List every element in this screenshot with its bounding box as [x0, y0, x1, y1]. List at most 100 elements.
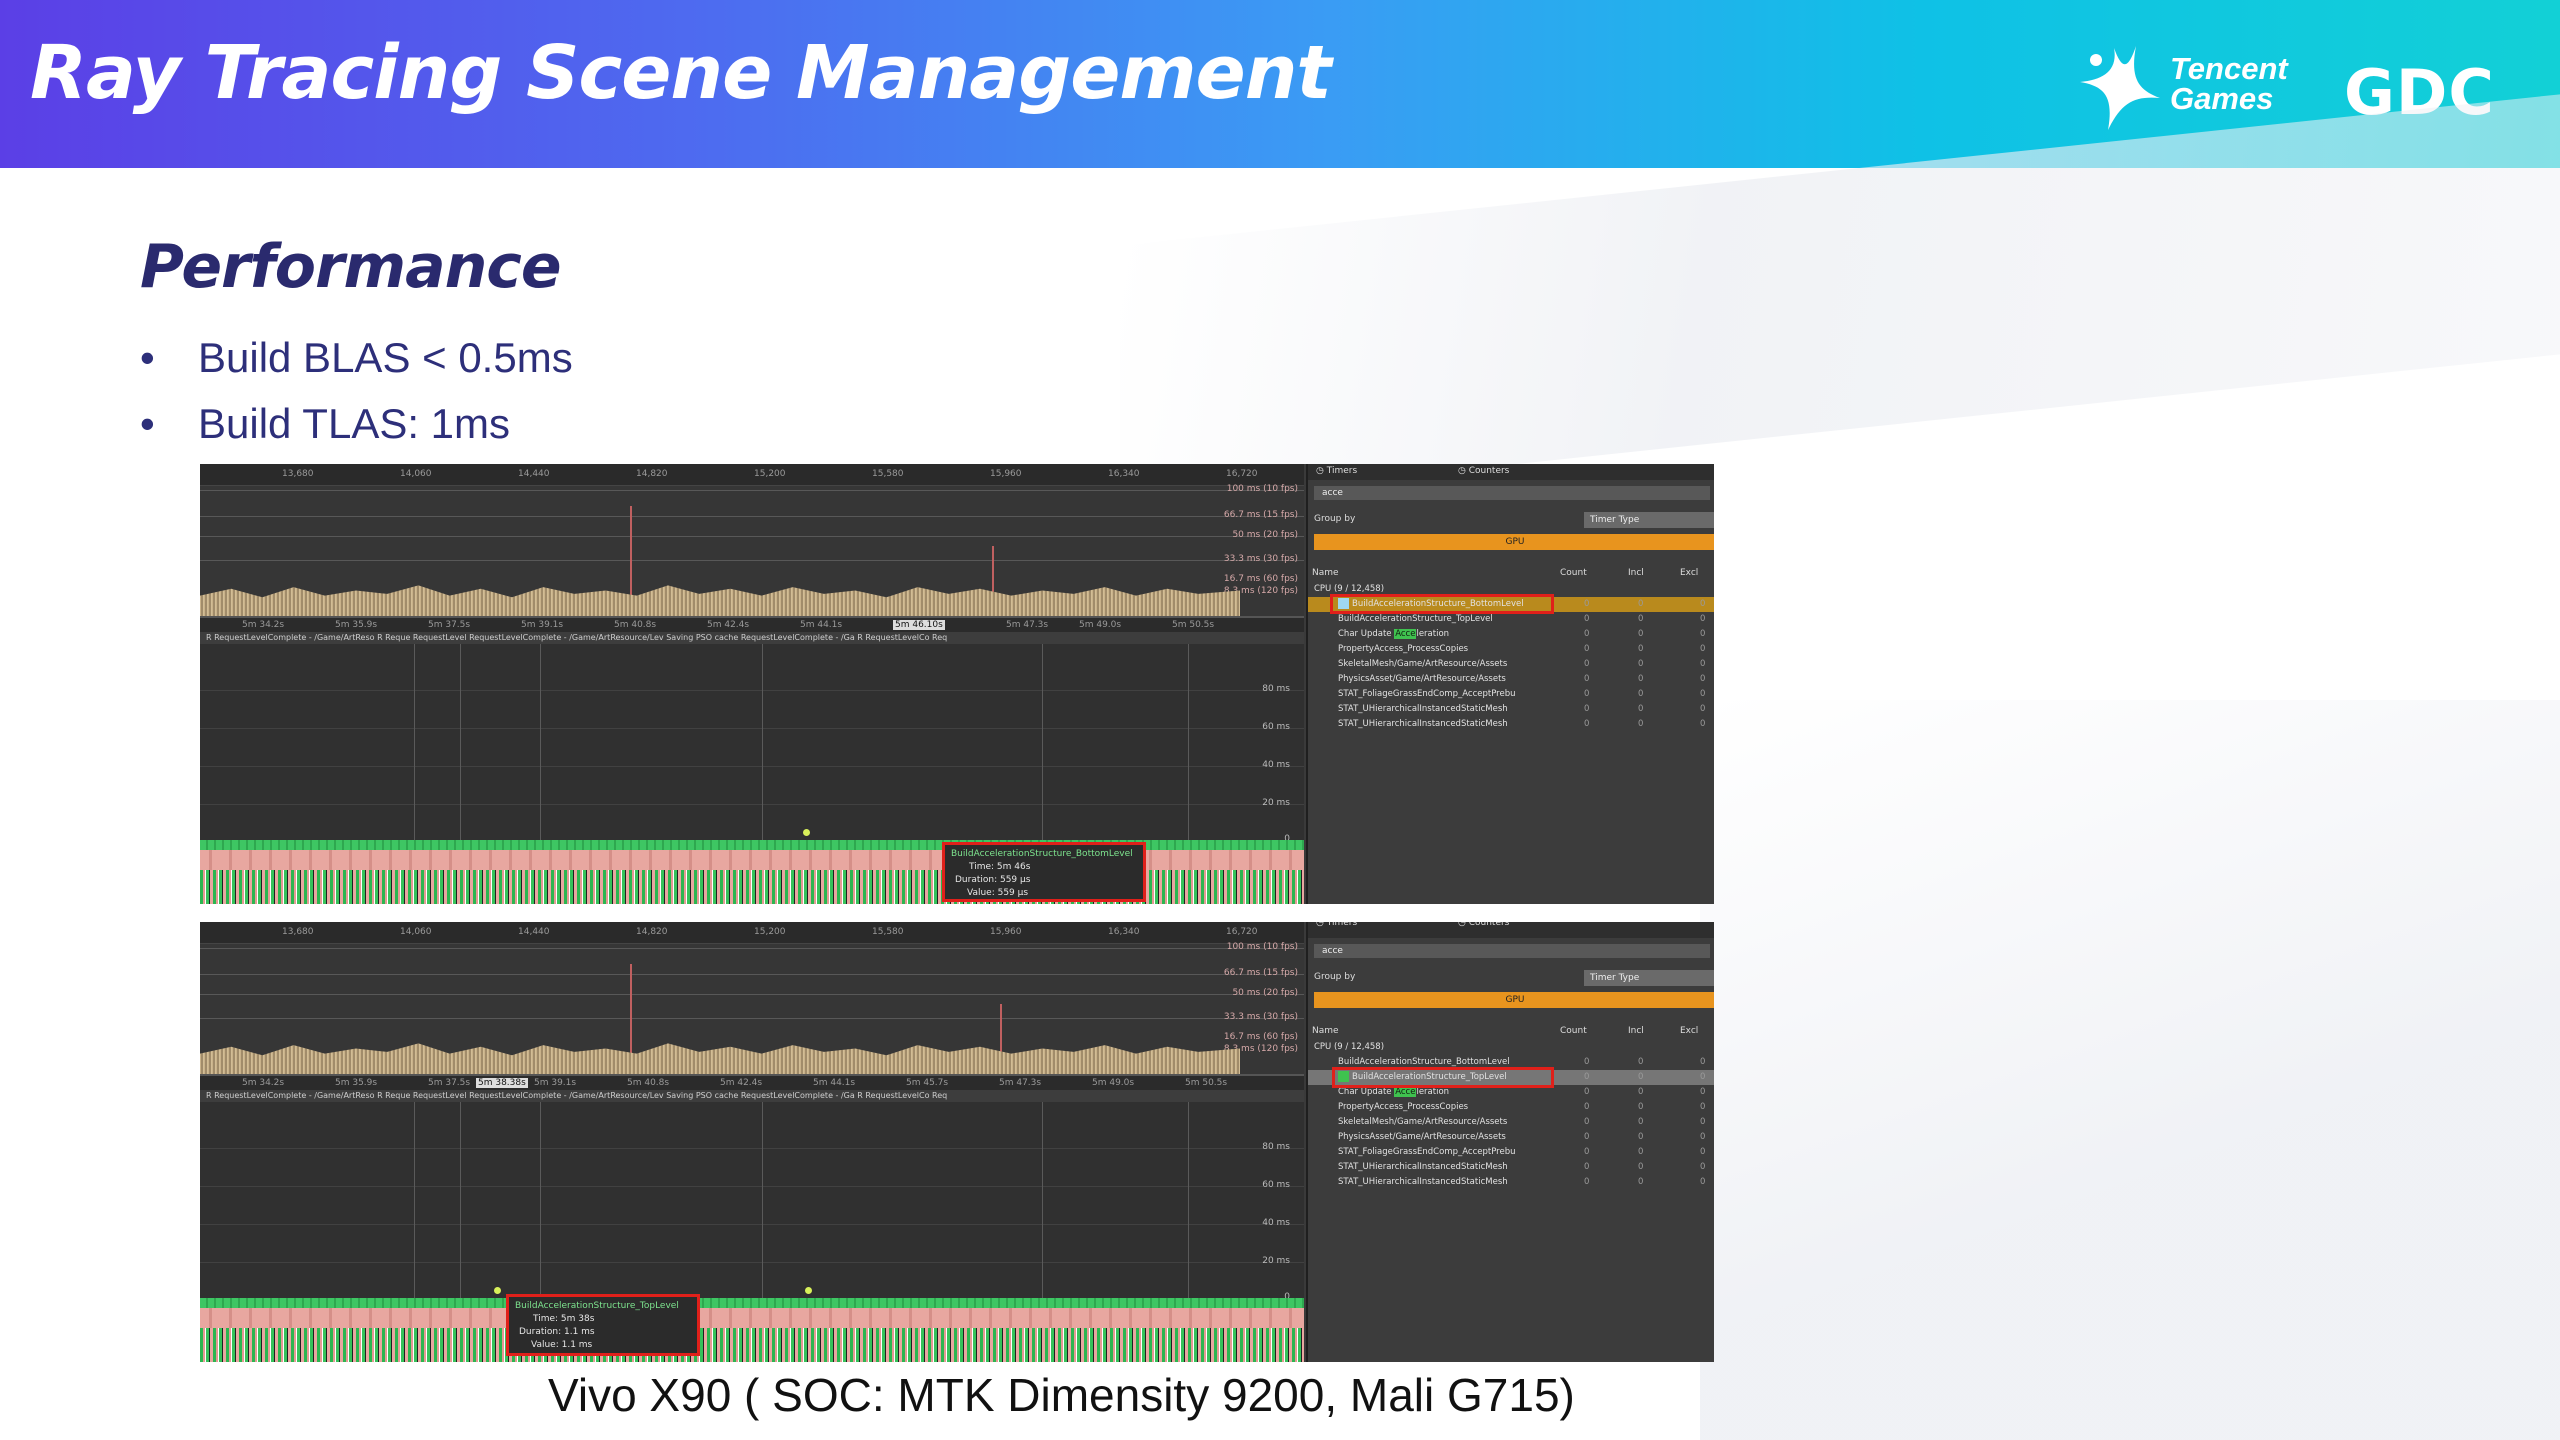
slide-title: Ray Tracing Scene Management: [30, 30, 1332, 116]
ms-label: 20 ms: [1262, 1256, 1290, 1266]
time-tick: 5m 44.1s: [813, 1078, 856, 1088]
timing-timeline[interactable]: 13,680 14,060 14,440 14,820 15,200 15,58…: [200, 464, 1304, 904]
tree-root-cpu[interactable]: CPU (9 / 12,458): [1308, 1040, 1714, 1055]
ms-label: 20 ms: [1262, 798, 1290, 808]
tooltip-title: BuildAccelerationStructure_BottomLevel: [951, 849, 1133, 859]
col-count[interactable]: Count: [1560, 1026, 1587, 1036]
time-tick: 5m 42.4s: [720, 1078, 763, 1088]
col-count[interactable]: Count: [1560, 568, 1587, 578]
frame-tick: 14,440: [518, 927, 550, 937]
time-tick: 5m 34.2s: [242, 620, 285, 630]
ms-label: 80 ms: [1262, 684, 1290, 694]
time-tick: 5m 37.5s: [428, 1078, 471, 1088]
cpu-track-row[interactable]: R RequestLevelComplete - /Game/ArtReso R…: [200, 632, 1304, 644]
table-row[interactable]: STAT_UHierarchicalInstancedStaticMesh 00…: [1308, 702, 1714, 717]
tab-timers[interactable]: ◷ Timers: [1316, 466, 1357, 476]
column-headers: Name Count Incl Excl: [1308, 568, 1714, 582]
time-tick: 5m 47.3s: [1006, 620, 1049, 630]
timers-panel: ◷ Timers ◷ Counters acce Group by Timer …: [1306, 464, 1714, 904]
col-excl[interactable]: Excl: [1680, 568, 1698, 578]
ms-label: 60 ms: [1262, 1180, 1290, 1190]
time-tick: 5m 45.7s: [906, 1078, 949, 1088]
tooltip-time: Time: 5m 46s: [969, 862, 1031, 872]
col-name[interactable]: Name: [1312, 1026, 1339, 1036]
col-incl[interactable]: Incl: [1628, 568, 1644, 578]
time-ruler: 5m 34.2s 5m 35.9s 5m 37.5s 5m 38.38s 5m …: [200, 1074, 1304, 1090]
frame-tick: 14,060: [400, 469, 432, 479]
table-row[interactable]: SkeletalMesh/Game/ArtResource/Assets 000: [1308, 657, 1714, 672]
bullet-list: Build BLAS < 0.5ms Build TLAS: 1ms: [140, 330, 573, 462]
tab-counters[interactable]: ◷ Counters: [1458, 466, 1509, 476]
ms-label: 80 ms: [1262, 1142, 1290, 1152]
col-name[interactable]: Name: [1312, 568, 1339, 578]
group-by-label: Group by: [1314, 972, 1356, 982]
time-tick: 5m 50.5s: [1172, 620, 1215, 630]
gpu-timer-bars[interactable]: [200, 1308, 1304, 1328]
games-word: Games: [2170, 81, 2274, 116]
table-row[interactable]: PropertyAccess_ProcessCopies 000: [1308, 642, 1714, 657]
tab-timers[interactable]: ◷ Timers: [1316, 922, 1357, 928]
cpu-track-row[interactable]: R RequestLevelComplete - /Game/ArtReso R…: [200, 1090, 1304, 1102]
table-row[interactable]: STAT_UHierarchicalInstancedStaticMesh 00…: [1308, 1160, 1714, 1175]
table-row[interactable]: PhysicsAsset/Game/ArtResource/Assets 000: [1308, 672, 1714, 687]
tab-counters[interactable]: ◷ Counters: [1458, 922, 1509, 928]
table-row[interactable]: STAT_FoliageGrassEndComp_AcceptPrebu 000: [1308, 687, 1714, 702]
gpu-timer-bars[interactable]: [200, 1328, 1304, 1362]
tencent-games-wordmark: Tencent Games: [2170, 53, 2288, 116]
time-tick: 5m 44.1s: [800, 620, 843, 630]
col-excl[interactable]: Excl: [1680, 1026, 1698, 1036]
fps-label: 66.7 ms (15 fps): [1223, 510, 1298, 520]
search-input[interactable]: acce: [1314, 944, 1710, 958]
tooltip-duration: Duration: 1.1 ms: [519, 1327, 595, 1337]
gpu-group-header[interactable]: GPU: [1314, 992, 1714, 1008]
gpu-graph-area: 80 ms 60 ms 40 ms 20 ms 0: [200, 644, 1304, 844]
timer-tooltip: BuildAccelerationStructure_BottomLevel T…: [942, 842, 1146, 902]
table-row[interactable]: STAT_FoliageGrassEndComp_AcceptPrebu 000: [1308, 1145, 1714, 1160]
time-tick: 5m 40.8s: [614, 620, 657, 630]
time-tick: 5m 35.9s: [335, 1078, 378, 1088]
timing-timeline[interactable]: 13,680 14,060 14,440 14,820 15,200 15,58…: [200, 922, 1304, 1362]
time-tick: 5m 50.5s: [1185, 1078, 1228, 1088]
tooltip-title: BuildAccelerationStructure_TopLevel: [515, 1301, 679, 1311]
table-row[interactable]: Char Update Acceleration 000: [1308, 627, 1714, 642]
bullet-item: Build BLAS < 0.5ms: [140, 330, 573, 396]
fps-label: 100 ms (10 fps): [1226, 484, 1298, 494]
group-by-select[interactable]: Timer Type: [1584, 512, 1714, 528]
gpu-timer-bars[interactable]: [200, 1298, 1304, 1308]
highlight-box: [1332, 1067, 1554, 1088]
gpu-group-header[interactable]: GPU: [1314, 534, 1714, 550]
column-headers: Name Count Incl Excl: [1308, 1026, 1714, 1040]
frame-tick: 15,960: [990, 927, 1022, 937]
ms-label: 40 ms: [1262, 1218, 1290, 1228]
frame-tick: 16,720: [1226, 927, 1258, 937]
table-row[interactable]: BuildAccelerationStructure_TopLevel 000: [1308, 612, 1714, 627]
fps-label: 16.7 ms (60 fps): [1223, 574, 1298, 584]
search-input[interactable]: acce: [1314, 486, 1710, 500]
fps-label: 16.7 ms (60 fps): [1223, 1032, 1298, 1042]
frame-tick: 15,580: [872, 469, 904, 479]
fps-label: 50 ms (20 fps): [1232, 530, 1298, 540]
table-row[interactable]: SkeletalMesh/Game/ArtResource/Assets 000: [1308, 1115, 1714, 1130]
table-row[interactable]: PhysicsAsset/Game/ArtResource/Assets 000: [1308, 1130, 1714, 1145]
ms-label: 60 ms: [1262, 722, 1290, 732]
tencent-star-icon: [2080, 46, 2160, 130]
fps-label: 100 ms (10 fps): [1226, 942, 1298, 952]
table-row[interactable]: STAT_UHierarchicalInstancedStaticMesh 00…: [1308, 1175, 1714, 1190]
time-ruler: 5m 34.2s 5m 35.9s 5m 37.5s 5m 39.1s 5m 4…: [200, 616, 1304, 632]
frame-tick: 14,440: [518, 469, 550, 479]
table-row[interactable]: STAT_UHierarchicalInstancedStaticMesh 00…: [1308, 717, 1714, 732]
col-incl[interactable]: Incl: [1628, 1026, 1644, 1036]
frame-tick: 14,060: [400, 927, 432, 937]
table-row[interactable]: PropertyAccess_ProcessCopies 000: [1308, 1100, 1714, 1115]
time-tick: 5m 39.1s: [534, 1078, 577, 1088]
frame-tick: 15,580: [872, 927, 904, 937]
time-cursor: 5m 38.38s: [476, 1078, 528, 1088]
bullet-item: Build TLAS: 1ms: [140, 396, 573, 462]
frame-tick: 14,820: [636, 469, 668, 479]
group-by-select[interactable]: Timer Type: [1584, 970, 1714, 986]
slide-caption: Vivo X90 ( SOC: MTK Dimensity 9200, Mali…: [548, 1369, 1575, 1421]
frame-tick: 15,960: [990, 469, 1022, 479]
profiler-screenshot-tlas: 13,680 14,060 14,440 14,820 15,200 15,58…: [200, 922, 1714, 1362]
tooltip-value: Value: 559 µs: [967, 888, 1029, 898]
frame-tick: 15,200: [754, 469, 786, 479]
